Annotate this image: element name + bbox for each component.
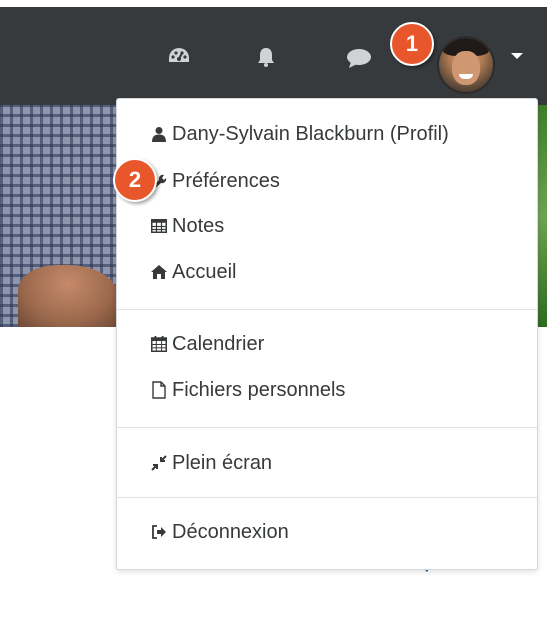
menu-item-label: Notes	[172, 214, 225, 237]
bell-icon[interactable]	[256, 46, 276, 68]
callout-badge-2: 2	[113, 158, 157, 202]
calendar-icon	[150, 335, 168, 353]
menu-item-fullscreen[interactable]: Plein écran	[150, 449, 272, 477]
user-dropdown-menu: Dany-Sylvain Blackburn (Profil) Préféren…	[116, 98, 538, 570]
menu-item-label: Déconnexion	[172, 520, 289, 543]
chat-icon[interactable]	[346, 47, 372, 69]
menu-item-home[interactable]: Accueil	[150, 258, 236, 286]
menu-divider	[117, 427, 537, 428]
menu-item-label: Accueil	[172, 260, 237, 283]
table-icon	[150, 217, 168, 235]
sign-out-icon	[150, 523, 168, 541]
dashboard-icon[interactable]	[167, 46, 191, 66]
menu-divider	[117, 309, 537, 310]
menu-item-label: Préférences	[172, 169, 280, 192]
hero-hand	[18, 265, 118, 327]
compress-icon	[150, 454, 168, 472]
menu-divider	[117, 497, 537, 498]
home-icon	[150, 263, 168, 281]
avatar[interactable]	[439, 38, 493, 92]
menu-item-profile[interactable]: Dany-Sylvain Blackburn (Profil)	[150, 120, 449, 148]
chevron-down-icon[interactable]	[511, 53, 523, 59]
menu-item-logout[interactable]: Déconnexion	[150, 518, 289, 546]
callout-badge-1: 1	[390, 22, 434, 66]
menu-item-preferences[interactable]: Préférences	[150, 167, 280, 195]
menu-item-files[interactable]: Fichiers personnels	[150, 376, 345, 404]
avatar-face	[452, 51, 480, 85]
menu-item-label: Plein écran	[172, 451, 273, 474]
menu-item-label: Calendrier	[172, 332, 265, 355]
menu-item-notes[interactable]: Notes	[150, 212, 224, 240]
top-navbar	[0, 7, 547, 105]
menu-item-label: Dany-Sylvain Blackburn (Profil)	[172, 122, 449, 145]
file-icon	[150, 381, 168, 399]
user-icon	[150, 125, 168, 143]
menu-item-calendar[interactable]: Calendrier	[150, 330, 264, 358]
menu-item-label: Fichiers personnels	[172, 378, 346, 401]
